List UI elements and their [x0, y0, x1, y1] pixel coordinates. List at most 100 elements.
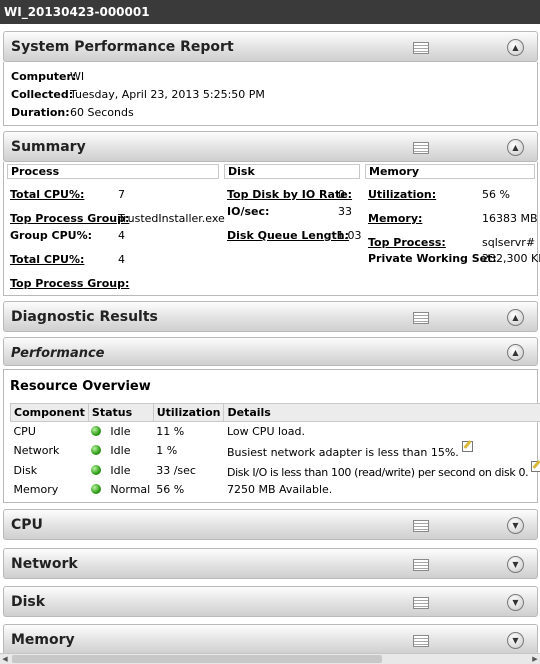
details-cell: Busiest network adapter is less than 15%…	[224, 440, 540, 460]
top-process-group-value: TrustedInstaller.exe	[118, 212, 225, 225]
component-cell: CPU	[11, 422, 89, 441]
utilization-cell: 1 %	[153, 440, 224, 460]
disk-queue-link[interactable]: Disk Queue Length:	[227, 229, 349, 242]
window-title: WI_20130423-000001	[0, 0, 540, 24]
collapse-arrow-icon[interactable]: ▲	[507, 39, 524, 56]
table-row: CPU Idle 11 % Low CPU load.	[11, 422, 540, 441]
report-panel: Computer: WI Collected: Tuesday, April 2…	[3, 62, 538, 126]
table-icon[interactable]	[413, 597, 429, 609]
horizontal-scrollbar[interactable]: ◀ ▶	[0, 653, 540, 664]
performance-panel: Resource Overview Component Status Utili…	[3, 369, 538, 503]
table-row: Disk Idle 33 /sec Disk I/O is less than …	[11, 460, 540, 480]
total-cpu-link-2[interactable]: Total CPU%:	[10, 253, 84, 266]
total-cpu-value-2: 4	[118, 253, 125, 266]
utilization-cell: 33 /sec	[153, 460, 224, 480]
table-icon[interactable]	[413, 635, 429, 647]
scrollbar-thumb[interactable]	[12, 655, 382, 663]
performance-title: Performance	[11, 346, 105, 361]
computer-label: Computer:	[11, 70, 76, 83]
status-cell: Idle	[88, 440, 153, 460]
group-cpu-label: Group CPU%:	[10, 229, 92, 242]
disk-queue-value: 1.03	[337, 229, 362, 242]
io-sec-label: IO/sec:	[227, 205, 269, 218]
table-icon[interactable]	[413, 312, 429, 324]
status-text: Normal	[110, 483, 150, 496]
duration-label: Duration:	[11, 106, 70, 119]
resource-overview-title: Resource Overview	[10, 379, 151, 394]
computer-value: WI	[70, 70, 84, 83]
utilization-link[interactable]: Utilization:	[368, 188, 436, 201]
utilization-cell: 56 %	[153, 480, 224, 498]
status-cell: Idle	[88, 460, 153, 480]
details-cell: Low CPU load.	[224, 422, 540, 441]
collapse-arrow-icon[interactable]: ▲	[507, 344, 524, 361]
top-disk-value: 0	[338, 188, 345, 201]
table-icon[interactable]	[413, 142, 429, 154]
top-disk-link[interactable]: Top Disk by IO Rate:	[227, 188, 352, 201]
green-status-icon	[91, 426, 101, 436]
table-row: Network Idle 1 % Busiest network adapter…	[11, 440, 540, 460]
expand-arrow-icon[interactable]: ▼	[507, 632, 524, 649]
utilization-cell: 11 %	[153, 422, 224, 441]
table-row: Memory Normal 56 % 7250 MB Available.	[11, 480, 540, 498]
details-text: Busiest network adapter is less than 15%…	[227, 446, 459, 459]
disk-section-header[interactable]: Disk ▼	[3, 586, 538, 617]
table-icon[interactable]	[413, 520, 429, 532]
process-header: Process	[7, 164, 219, 179]
table-icon[interactable]	[413, 42, 429, 54]
details-text: 7250 MB Available.	[227, 483, 332, 496]
network-section-title: Network	[11, 556, 78, 572]
diagnostic-section-header[interactable]: Diagnostic Results ▲	[3, 301, 538, 332]
memory-section-title: Memory	[11, 632, 75, 648]
top-process-value: sqlservr##1	[482, 236, 535, 249]
table-icon[interactable]	[413, 559, 429, 571]
collapse-arrow-icon[interactable]: ▲	[507, 309, 524, 326]
column-header[interactable]: Component	[11, 404, 89, 422]
details-cell: Disk I/O is less than 100 (read/write) p…	[224, 460, 540, 480]
memory-header: Memory	[365, 164, 535, 179]
summary-section-header[interactable]: Summary ▲	[3, 131, 538, 162]
expand-arrow-icon[interactable]: ▼	[507, 517, 524, 534]
status-text: Idle	[110, 444, 130, 457]
edit-note-icon[interactable]	[531, 461, 540, 472]
summary-panel: Process Disk Memory Total CPU%: 7 Top Pr…	[3, 162, 538, 296]
column-header[interactable]: Status	[88, 404, 153, 422]
private-working-set-label: Private Working Set:	[368, 252, 497, 265]
total-cpu-link[interactable]: Total CPU%:	[10, 188, 84, 201]
network-section-header[interactable]: Network ▼	[3, 548, 538, 579]
cpu-section-header[interactable]: CPU ▼	[3, 509, 538, 540]
expand-arrow-icon[interactable]: ▼	[507, 594, 524, 611]
report-title: System Performance Report	[11, 39, 234, 55]
status-cell: Normal	[88, 480, 153, 498]
report-section-header[interactable]: System Performance Report ▲	[3, 31, 538, 62]
io-sec-value: 33	[338, 205, 352, 218]
diagnostic-title: Diagnostic Results	[11, 309, 158, 325]
details-text: Low CPU load.	[227, 425, 305, 438]
memory-value: 16383 MB	[482, 212, 538, 225]
top-process-group-link-2[interactable]: Top Process Group:	[10, 277, 129, 290]
cpu-section-title: CPU	[11, 517, 43, 533]
component-cell: Disk	[11, 460, 89, 480]
utilization-value: 56 %	[482, 188, 510, 201]
expand-arrow-icon[interactable]: ▼	[507, 556, 524, 573]
column-header[interactable]: Utilization	[153, 404, 224, 422]
collected-value: Tuesday, April 23, 2013 5:25:50 PM	[70, 88, 265, 101]
memory-link[interactable]: Memory:	[368, 212, 422, 225]
memory-section-header[interactable]: Memory ▼	[3, 624, 538, 655]
component-cell: Network	[11, 440, 89, 460]
table-header-row: Component Status Utilization Details	[11, 404, 540, 422]
green-status-icon	[91, 484, 101, 494]
status-cell: Idle	[88, 422, 153, 441]
green-status-icon	[91, 445, 101, 455]
column-header[interactable]: Details	[224, 404, 540, 422]
top-process-group-link[interactable]: Top Process Group:	[10, 212, 129, 225]
top-process-link[interactable]: Top Process:	[368, 236, 446, 249]
edit-note-icon[interactable]	[462, 441, 473, 452]
details-text: Disk I/O is less than 100 (read/write) p…	[227, 466, 528, 479]
total-cpu-value: 7	[118, 188, 125, 201]
performance-section-header[interactable]: Performance ▲	[3, 337, 538, 366]
duration-value: 60 Seconds	[70, 106, 134, 119]
collapse-arrow-icon[interactable]: ▲	[507, 139, 524, 156]
details-cell: 7250 MB Available.	[224, 480, 540, 498]
green-status-icon	[91, 465, 101, 475]
